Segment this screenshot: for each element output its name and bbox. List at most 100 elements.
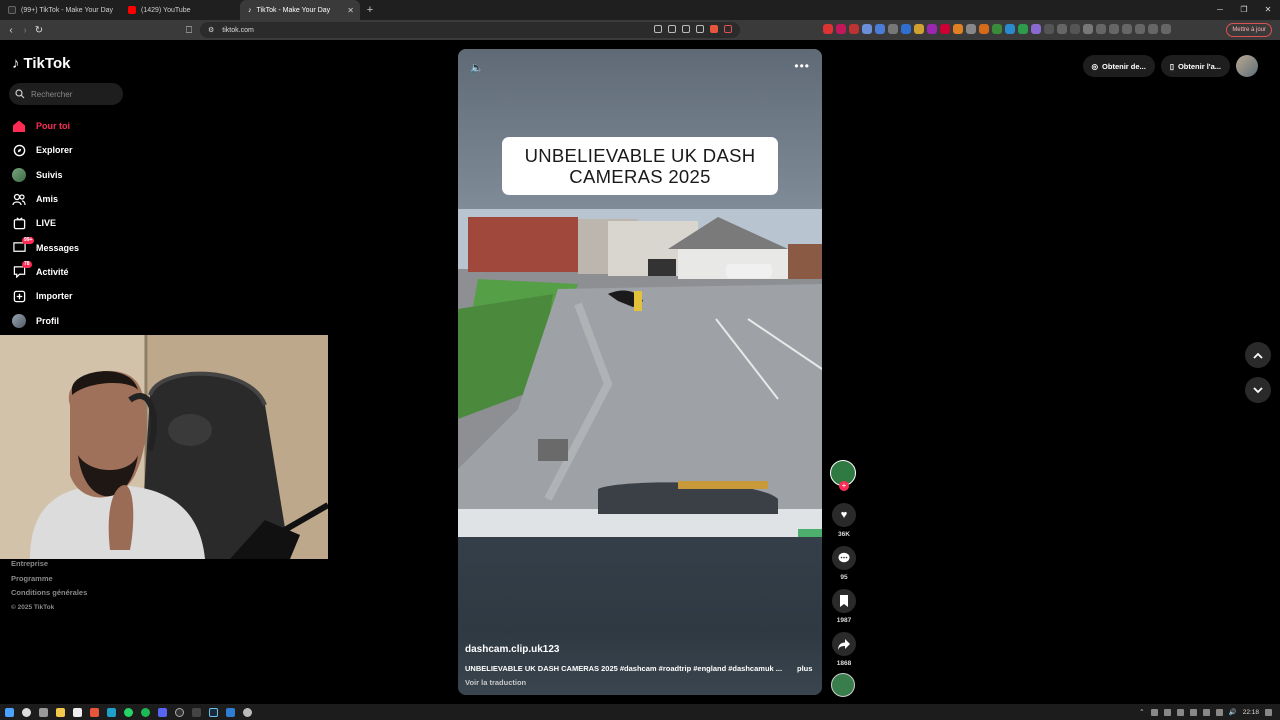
sidebar-item-profil[interactable]: Profil (12, 308, 152, 332)
spotify-icon[interactable] (141, 707, 150, 717)
task-view-icon[interactable] (39, 707, 48, 717)
browser-tab[interactable]: (99+) TikTok - Make Your Day (0, 0, 120, 20)
sidebar-item-activite[interactable]: 78 Activité (12, 260, 152, 284)
extension-icon[interactable] (849, 24, 859, 34)
whatsapp-icon[interactable] (124, 707, 133, 717)
sidebar-toggle-icon[interactable] (1122, 24, 1132, 34)
video-author[interactable]: dashcam.clip.uk123 (465, 644, 560, 655)
extension-icon[interactable] (940, 24, 950, 34)
sidebar-item-amis[interactable]: Amis (12, 187, 152, 211)
comment-button[interactable]: 95 (831, 546, 857, 581)
close-window-icon[interactable]: ✕ (1256, 0, 1280, 20)
translate-icon[interactable] (682, 25, 690, 33)
extension-icon[interactable] (1005, 24, 1015, 34)
extension-icon[interactable] (875, 24, 885, 34)
user-avatar[interactable] (1236, 55, 1258, 77)
extension-icon[interactable] (979, 24, 989, 34)
address-bar[interactable]: ⚙ tiktok.com (200, 22, 740, 38)
extension-icon[interactable] (1096, 24, 1106, 34)
edit-icon[interactable] (668, 25, 676, 33)
speaker-icon[interactable]: 🔊 (1229, 708, 1237, 716)
like-button[interactable]: ♥ 36K (831, 503, 857, 538)
minimize-icon[interactable]: ─ (1208, 0, 1232, 20)
extension-icon[interactable] (836, 24, 846, 34)
extensions-puzzle-icon[interactable] (1083, 24, 1093, 34)
sidebar-item-explorer[interactable]: Explorer (12, 138, 152, 162)
more-options-icon[interactable]: ••• (794, 59, 810, 73)
back-icon[interactable]: ‹ (4, 25, 18, 36)
footer-link[interactable]: Programme (11, 572, 87, 587)
notes-icon[interactable] (73, 707, 82, 717)
extension-icon[interactable] (1031, 24, 1041, 34)
video-player[interactable]: UNBELIEVABLE UK DASH CAMERAS 2025 🔈 ••• … (458, 49, 822, 695)
restore-icon[interactable]: ❐ (1232, 0, 1256, 20)
tray-app-icon[interactable] (1163, 708, 1171, 716)
extension-icon[interactable] (1070, 24, 1080, 34)
extension-icon[interactable] (1044, 24, 1054, 34)
sidebar-item-suivis[interactable]: Suivis (12, 163, 152, 187)
extension-icon[interactable] (927, 24, 937, 34)
edge-icon[interactable] (107, 707, 116, 717)
extension-icon[interactable] (1109, 24, 1119, 34)
cast-icon[interactable] (654, 25, 662, 33)
caption-more-link[interactable]: plus (797, 664, 812, 673)
share-button[interactable]: 1868 (831, 632, 857, 667)
extension-icon[interactable] (966, 24, 976, 34)
zoom-icon[interactable] (696, 25, 704, 33)
get-app-button[interactable]: ▯ Obtenir l'a... (1160, 55, 1230, 77)
update-button[interactable]: Mettre à jour (1226, 23, 1272, 37)
get-coins-button[interactable]: ◎ Obtenir de... (1082, 55, 1155, 77)
extension-icon[interactable] (901, 24, 911, 34)
sidebar-item-messages[interactable]: 99+ Messages (12, 235, 152, 259)
extension-icon[interactable] (862, 24, 872, 34)
notifications-icon[interactable] (1265, 708, 1272, 716)
wallet-icon[interactable] (1135, 24, 1145, 34)
creator-avatar[interactable]: + (830, 460, 856, 491)
brave-icon[interactable] (90, 707, 99, 717)
extension-icon[interactable] (953, 24, 963, 34)
extension-icon[interactable] (888, 24, 898, 34)
steam-icon[interactable] (209, 707, 218, 717)
alert-icon[interactable] (724, 25, 732, 33)
tray-app-icon[interactable] (1215, 708, 1223, 716)
close-tab-icon[interactable]: ✕ (347, 6, 354, 15)
vpn-icon[interactable] (1161, 24, 1171, 34)
windows-start-icon[interactable] (5, 707, 14, 717)
search-input[interactable]: Rechercher (9, 83, 123, 105)
brave-shield-icon[interactable] (710, 25, 718, 33)
tiktok-logo[interactable]: ♪ TikTok (12, 55, 70, 72)
search-icon[interactable] (22, 707, 31, 717)
previous-video-button[interactable] (1245, 342, 1271, 368)
settings-icon[interactable] (243, 707, 252, 717)
forward-icon[interactable]: › (18, 25, 32, 36)
volume-icon[interactable]: 🔈 (470, 61, 484, 74)
tray-app-icon[interactable] (1150, 708, 1158, 716)
tray-app-icon[interactable] (1189, 708, 1197, 716)
reload-icon[interactable]: ↻ (32, 25, 46, 36)
bookmark-icon[interactable]: ⎕ (182, 25, 196, 36)
sidebar-item-pour-toi[interactable]: Pour toi (12, 114, 152, 138)
new-tab-button[interactable]: + (362, 4, 378, 16)
extension-icon[interactable] (914, 24, 924, 34)
extension-icon[interactable] (992, 24, 1002, 34)
leo-icon[interactable] (1148, 24, 1158, 34)
discord-icon[interactable] (158, 707, 167, 717)
extension-icon[interactable] (1057, 24, 1067, 34)
sidebar-item-live[interactable]: LIVE (12, 211, 152, 235)
tray-chevron-icon[interactable]: ⌃ (1139, 708, 1144, 716)
obs-icon[interactable] (175, 707, 184, 717)
app-icon[interactable] (226, 707, 235, 717)
sidebar-item-importer[interactable]: Importer (12, 284, 152, 308)
follow-plus-icon[interactable]: + (839, 481, 849, 491)
extension-icon[interactable] (823, 24, 833, 34)
music-disc-avatar[interactable] (831, 673, 855, 697)
network-icon[interactable] (1202, 708, 1210, 716)
extension-icon[interactable] (1018, 24, 1028, 34)
save-button[interactable]: 1987 (831, 589, 857, 624)
browser-tab[interactable]: (1429) YouTube (120, 0, 240, 20)
translate-link[interactable]: Voir la traduction (465, 678, 526, 687)
footer-link[interactable]: Conditions générales (11, 586, 87, 601)
browser-tab-active[interactable]: ♪ TikTok - Make Your Day ✕ (240, 0, 360, 20)
clock[interactable]: 22:18 (1243, 709, 1259, 716)
site-info-icon[interactable]: ⚙ (208, 26, 214, 34)
